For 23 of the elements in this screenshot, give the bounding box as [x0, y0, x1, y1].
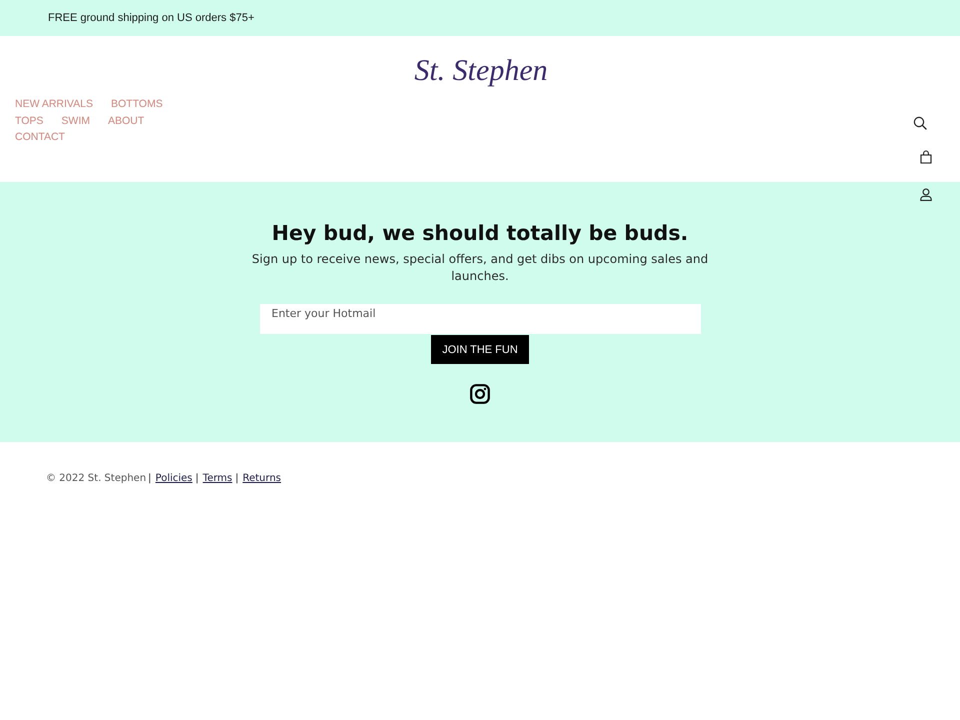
nav-link[interactable]: TOPS: [15, 114, 44, 128]
nav-link[interactable]: BOTTOMS: [111, 98, 163, 112]
copyright-text: © 2022 St. Stephen: [46, 473, 146, 484]
link-separator: |: [195, 473, 199, 484]
nav-link[interactable]: ABOUT: [108, 114, 144, 128]
email-field[interactable]: Enter your Hotmail: [260, 304, 700, 334]
store-logo[interactable]: St. Stephen: [414, 52, 548, 90]
join-button[interactable]: JOIN THE FUN: [431, 335, 529, 364]
nav-link[interactable]: CONTACT: [15, 131, 65, 144]
link-separator: |: [148, 473, 152, 484]
search-icon[interactable]: [913, 116, 927, 130]
account-icon[interactable]: [920, 188, 932, 201]
instagram-icon[interactable]: [470, 384, 490, 404]
footer-link[interactable]: Policies: [155, 473, 192, 484]
announcement-text: FREE ground shipping on US orders $75+: [48, 12, 254, 24]
newsletter-text: Sign up to receive news, special offers, and get dibs on upcoming sales and launches.: [250, 251, 710, 284]
link-separator: |: [235, 473, 239, 484]
nav-link[interactable]: SWIM: [61, 114, 90, 128]
shopping-bag-icon[interactable]: [920, 150, 932, 164]
newsletter-heading: Hey bud, we should totally be buds.: [272, 220, 688, 246]
footer-link[interactable]: Returns: [242, 473, 282, 484]
footer-link[interactable]: Terms: [202, 473, 232, 484]
nav-link[interactable]: NEW ARRIVALS: [15, 98, 93, 112]
